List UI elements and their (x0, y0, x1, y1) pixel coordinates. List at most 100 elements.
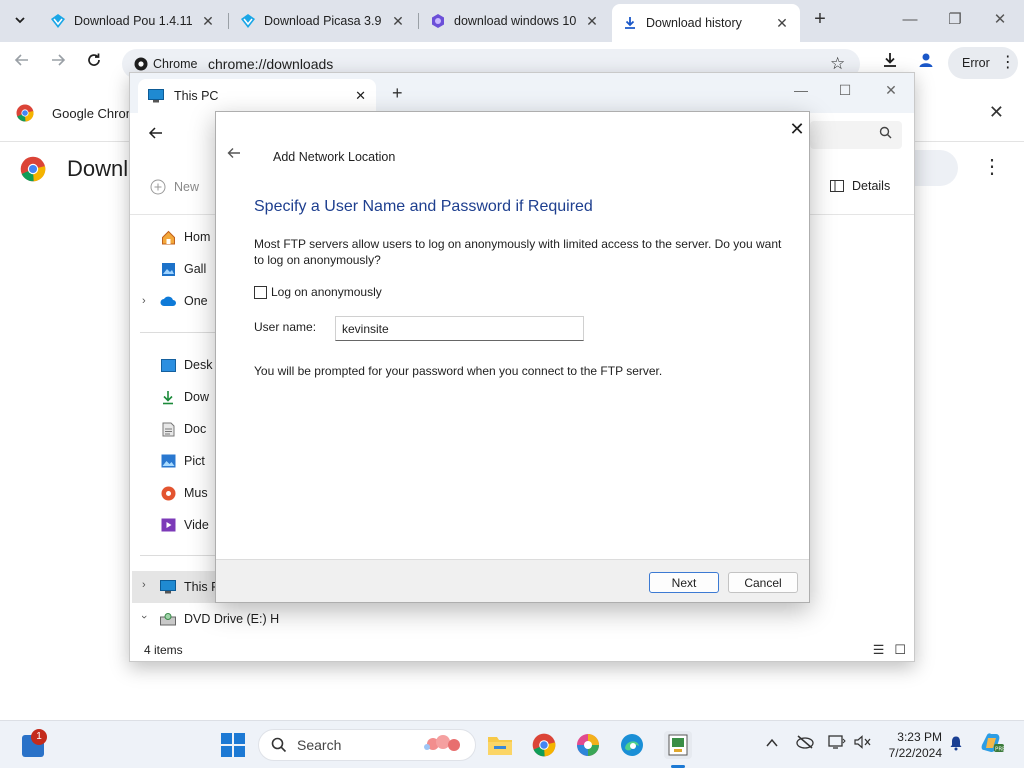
tiles-view-icon[interactable]: ☐ (894, 642, 906, 658)
password-prompt-note: You will be prompted for your password w… (254, 364, 663, 378)
tab-close-icon[interactable]: ✕ (584, 13, 600, 30)
videos-icon (160, 517, 176, 533)
gallery-icon (160, 261, 176, 277)
minimize-button[interactable]: — (895, 8, 925, 32)
network-location-icon (668, 734, 688, 756)
tab-close-icon[interactable]: ✕ (390, 13, 406, 30)
edge-icon (621, 734, 643, 756)
explorer-search-box[interactable] (810, 121, 902, 149)
sidebar-item-label: One (184, 294, 208, 308)
explorer-tab-this-pc[interactable]: This PC ✕ (138, 79, 376, 113)
details-pane-icon (830, 180, 844, 192)
explorer-tab-close-icon[interactable]: ✕ (355, 88, 366, 104)
add-network-location-dialog: ✕ Add Network Location Specify a User Na… (215, 111, 810, 603)
show-hidden-icons-chevron-icon[interactable] (766, 735, 778, 751)
username-label: User name: (254, 320, 317, 334)
taskbar-search-box[interactable]: Search (258, 729, 476, 761)
folder-icon (488, 737, 512, 755)
copilot-icon[interactable]: PRE (980, 732, 1006, 757)
taskbar-edge[interactable] (618, 731, 646, 759)
error-button[interactable]: Error ⋮ (948, 47, 1018, 79)
browser-tab-download-history[interactable]: Download history ✕ (612, 4, 800, 42)
explorer-close-button[interactable]: ✕ (874, 77, 908, 103)
tab-separator (228, 13, 229, 29)
network-disconnected-icon[interactable] (796, 735, 814, 752)
taskbar: 1 Search 3:23 PM 7/22/2024 PRE (0, 720, 1024, 768)
chevron-down-icon (15, 17, 25, 24)
sidebar-item-music[interactable]: Mus (160, 481, 208, 505)
chevron-down-icon[interactable]: › (138, 615, 150, 619)
sidebar-item-documents[interactable]: Doc (160, 417, 206, 441)
tab-title: download windows 10 (454, 14, 576, 28)
music-icon (160, 485, 176, 501)
browser-tab-pou[interactable]: Download Pou 1.4.118 ✕ (40, 6, 226, 36)
taskbar-network-app[interactable] (664, 731, 692, 759)
new-button[interactable]: New (150, 179, 199, 195)
cancel-button[interactable]: Cancel (728, 572, 798, 593)
status-bar-item-count: 4 items (144, 643, 183, 657)
explorer-maximize-button[interactable]: ☐ (828, 77, 862, 103)
dialog-close-button[interactable]: ✕ (784, 116, 810, 142)
sidebar-item-videos[interactable]: Vide (160, 513, 209, 537)
reload-button[interactable] (82, 51, 106, 75)
explorer-new-tab-button[interactable]: + (392, 83, 403, 104)
close-window-button[interactable]: ✕ (985, 8, 1015, 32)
volume-muted-icon[interactable] (854, 735, 872, 752)
start-button[interactable] (221, 733, 245, 757)
forward-button[interactable] (46, 51, 70, 75)
sidebar-item-pictures[interactable]: Pict (160, 449, 205, 473)
picasa-icon (577, 734, 599, 756)
notification-bell-icon[interactable] (948, 735, 964, 754)
sidebar-item-this-pc[interactable]: This P (160, 575, 219, 599)
chevron-right-icon[interactable]: › (142, 579, 146, 591)
bookmark-star-icon[interactable]: ☆ (830, 54, 845, 74)
infobar-close-icon[interactable]: ✕ (989, 102, 1004, 123)
restore-button[interactable]: ❐ (940, 8, 970, 32)
sidebar-item-label: Mus (184, 486, 208, 500)
explorer-tab-title: This PC (174, 89, 219, 103)
dialog-description: Most FTP servers allow users to log on a… (254, 237, 782, 267)
browser-tab-windows[interactable]: download windows 10 ✕ (420, 6, 610, 36)
chrome-logo-icon (532, 733, 556, 757)
system-clock[interactable]: 3:23 PM 7/22/2024 (884, 729, 942, 761)
chrome-logo-icon (134, 57, 148, 71)
new-tab-button[interactable]: + (808, 8, 832, 32)
sidebar-item-desktop[interactable]: Desk (160, 353, 212, 377)
tab-close-icon[interactable]: ✕ (200, 13, 216, 30)
details-button[interactable]: Details (830, 179, 890, 193)
sidebar-item-downloads[interactable]: Dow (160, 385, 209, 409)
taskbar-chrome[interactable] (530, 731, 558, 759)
explorer-minimize-button[interactable]: — (784, 77, 818, 103)
sidebar-item-home[interactable]: Hom (160, 225, 210, 249)
taskbar-file-explorer[interactable] (486, 731, 514, 759)
sidebar-item-dvd-drive[interactable]: DVD Drive (E:) H (160, 607, 279, 631)
checkbox-box[interactable] (254, 285, 267, 299)
page-title: Downl (67, 156, 129, 181)
sidebar-divider (140, 555, 218, 556)
tab-separator (418, 13, 419, 29)
taskbar-picasa[interactable] (574, 731, 602, 759)
sidebar-item-onedrive[interactable]: One (160, 289, 208, 313)
next-button[interactable]: Next (649, 572, 719, 593)
url-text[interactable]: chrome://downloads (208, 56, 333, 72)
tab-close-icon[interactable]: ✕ (774, 15, 790, 32)
clock-time: 3:23 PM (897, 730, 942, 744)
documents-icon (160, 421, 176, 437)
arrow-left-icon (14, 54, 28, 66)
browser-tab-picasa[interactable]: Download Picasa 3.9.1 ✕ (230, 6, 416, 36)
desktop-icon (160, 357, 176, 373)
anonymous-logon-checkbox[interactable]: Log on anonymously (254, 285, 382, 299)
more-vert-icon[interactable]: ⋮ (982, 156, 1002, 178)
explorer-back-button[interactable] (148, 125, 164, 146)
search-highlight-icon (421, 733, 467, 758)
chevron-right-icon[interactable]: › (142, 295, 146, 307)
windows-logo-icon (221, 733, 232, 744)
tab-search-button[interactable] (8, 8, 32, 32)
profile-button[interactable] (914, 51, 938, 75)
dialog-back-button[interactable] (222, 146, 246, 170)
display-icon[interactable] (828, 735, 846, 752)
back-button[interactable] (10, 51, 34, 75)
list-view-icon[interactable]: ☰ (873, 642, 885, 658)
sidebar-item-gallery[interactable]: Gall (160, 257, 206, 281)
username-input[interactable] (335, 316, 584, 341)
